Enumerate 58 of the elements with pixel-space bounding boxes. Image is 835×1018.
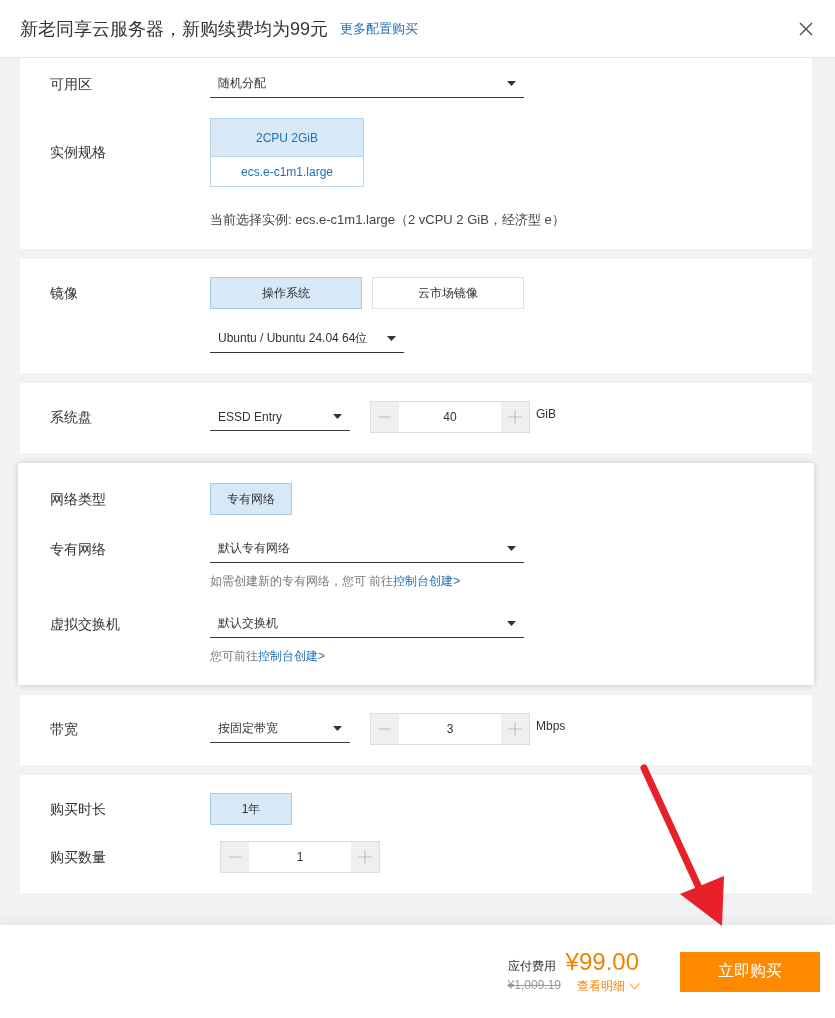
caret-icon (387, 336, 397, 341)
option-button[interactable]: 操作系统 (210, 277, 362, 309)
dropdown[interactable]: 默认专有网络 (210, 535, 524, 563)
decrement-button[interactable] (371, 402, 399, 432)
spec-title: 2CPU 2GiB (211, 119, 363, 157)
field-label: 购买时长 (50, 800, 106, 817)
caret-icon (333, 726, 342, 731)
selected-instance-text: 当前选择实例: ecs.e-c1m1.large（2 vCPU 2 GiB，经济型 e） (210, 211, 565, 229)
number-stepper[interactable]: 1 (220, 841, 380, 873)
plus-icon (508, 410, 522, 424)
option-button[interactable]: 专有网络 (210, 483, 292, 515)
quantity-value: 3 (445, 721, 455, 738)
dropdown[interactable]: 随机分配 (210, 70, 524, 98)
field-label: 带宽 (50, 720, 78, 737)
chevron-down-icon (629, 983, 640, 990)
instance-spec-card[interactable]: 2CPU 2GiB ecs.e-c1m1.large (210, 118, 364, 187)
console-link[interactable]: 控制台创建> (258, 649, 325, 663)
plus-icon (508, 722, 522, 736)
plus-icon (358, 850, 372, 864)
caret-icon (507, 621, 516, 626)
caret-icon (507, 546, 516, 551)
original-price: ¥1,009.19 (507, 978, 561, 994)
number-stepper[interactable]: 3 (370, 713, 530, 745)
field-label: 虚拟交换机 (50, 615, 120, 632)
increment-button[interactable] (501, 714, 529, 744)
dropdown[interactable]: Ubuntu / Ubuntu 24.04 64位 (210, 325, 405, 353)
option-button[interactable]: 1年 (210, 793, 292, 825)
caret-icon (507, 81, 516, 86)
more-config-link[interactable]: 更多配置购买 (340, 19, 419, 38)
console-link[interactable]: 控制台创建> (393, 574, 461, 588)
field-label: 网络类型 (50, 490, 106, 507)
decrement-button[interactable] (371, 714, 399, 744)
price: ¥99.00 (565, 948, 639, 976)
hint-text: 您可前往控制台创建> (210, 648, 325, 665)
decrement-button[interactable] (221, 842, 249, 872)
dropdown[interactable]: 默认交换机 (210, 610, 524, 638)
quantity-value: 1 (295, 849, 305, 866)
dropdown[interactable]: ESSD Entry (210, 403, 350, 431)
option-button[interactable]: 云市场镜像 (372, 277, 524, 309)
caret-icon (333, 414, 342, 419)
field-label: 专有网络 (50, 540, 106, 557)
price-label: 应付费用 (507, 958, 556, 975)
quantity-value: 40 (442, 409, 458, 426)
hint-text: 如需创建新的专有网络，您可 前往控制台创建> (210, 573, 461, 590)
field-label: 实例规格 (50, 144, 106, 160)
increment-button[interactable] (351, 842, 379, 872)
spec-name: ecs.e-c1m1.large (239, 163, 334, 181)
increment-button[interactable] (501, 402, 529, 432)
field-label: 镜像 (50, 284, 78, 301)
number-stepper[interactable]: 40 (370, 401, 530, 433)
field-label: 系统盘 (50, 408, 92, 425)
dropdown[interactable]: 按固定带宽 (210, 715, 350, 743)
unit-label: GiB (536, 407, 556, 421)
field-label: 购买数量 (50, 848, 106, 865)
close-icon[interactable] (799, 21, 813, 36)
dialog-title: 新老同享云服务器，新购续费均为99元 (20, 17, 329, 41)
unit-label: Mbps (536, 719, 566, 733)
field-label: 可用区 (50, 75, 92, 92)
